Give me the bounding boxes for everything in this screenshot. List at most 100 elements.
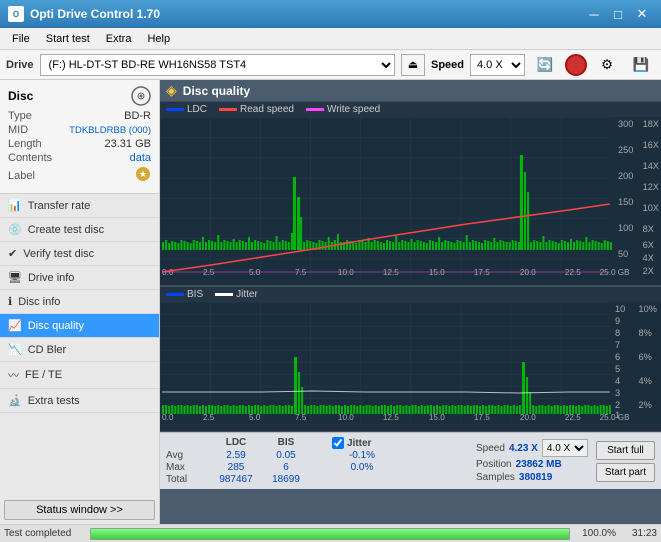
speed-info-select[interactable]: 4.0 X xyxy=(542,439,588,457)
refresh-button[interactable]: 🔄 xyxy=(531,53,559,77)
svg-text:7: 7 xyxy=(615,340,620,350)
nav-extra-tests-label: Extra tests xyxy=(28,395,80,407)
progress-bar-container: Test completed 100.0% 31:23 xyxy=(0,524,661,542)
menu-file[interactable]: File xyxy=(4,31,38,47)
svg-text:4%: 4% xyxy=(639,376,652,386)
jitter-checkbox[interactable] xyxy=(332,437,344,449)
svg-text:8%: 8% xyxy=(639,328,652,338)
svg-text:2%: 2% xyxy=(639,400,652,410)
svg-text:250: 250 xyxy=(618,145,633,155)
maximize-button[interactable]: □ xyxy=(607,5,629,23)
svg-text:15.0: 15.0 xyxy=(429,268,445,277)
svg-text:16X: 16X xyxy=(643,140,659,150)
nav-extra-tests[interactable]: 🔬 Extra tests xyxy=(0,389,159,413)
transfer-rate-icon: 📊 xyxy=(8,199,22,212)
max-label: Max xyxy=(166,462,210,473)
svg-text:150: 150 xyxy=(618,197,633,207)
svg-text:4X: 4X xyxy=(643,253,654,263)
total-label: Total xyxy=(166,474,210,485)
start-full-button[interactable]: Start full xyxy=(596,441,655,460)
progress-percent: 100.0% xyxy=(576,528,616,539)
type-label: Type xyxy=(8,110,32,122)
bis-legend: BIS xyxy=(166,289,203,300)
svg-text:12.5: 12.5 xyxy=(383,413,399,422)
max-bis: 6 xyxy=(262,462,310,473)
label-label: Label xyxy=(8,170,35,182)
record-button[interactable] xyxy=(565,54,587,76)
svg-text:14X: 14X xyxy=(643,161,659,171)
progress-bar-fill xyxy=(91,529,569,539)
svg-text:★: ★ xyxy=(139,169,147,179)
progress-time: 31:23 xyxy=(622,528,657,539)
minimize-button[interactable]: ─ xyxy=(583,5,605,23)
disc-quality-header: ◈ Disc quality xyxy=(160,80,661,102)
svg-text:6%: 6% xyxy=(639,352,652,362)
svg-text:7.5: 7.5 xyxy=(295,413,307,422)
menu-start-test[interactable]: Start test xyxy=(38,31,98,47)
drive-label: Drive xyxy=(6,59,34,71)
app-title: Opti Drive Control 1.70 xyxy=(30,7,160,21)
svg-text:22.5: 22.5 xyxy=(565,268,581,277)
svg-text:10.0: 10.0 xyxy=(338,413,354,422)
nav-verify-test-disc[interactable]: ✔ Verify test disc xyxy=(0,242,159,266)
nav-disc-info[interactable]: ℹ Disc info xyxy=(0,290,159,314)
speed-position-area: Speed 4.23 X 4.0 X Position 23862 MB Sam… xyxy=(476,439,588,483)
avg-label: Avg xyxy=(166,450,210,461)
svg-text:25.0 GB: 25.0 GB xyxy=(600,413,630,422)
svg-text:18X: 18X xyxy=(643,119,659,129)
settings-button[interactable]: ⚙ xyxy=(593,53,621,77)
menu-extra[interactable]: Extra xyxy=(98,31,140,47)
svg-text:6: 6 xyxy=(615,352,620,362)
menu-help[interactable]: Help xyxy=(139,31,178,47)
svg-text:17.5: 17.5 xyxy=(474,268,490,277)
nav-transfer-rate-label: Transfer rate xyxy=(28,200,91,212)
nav-drive-info[interactable]: 🖥 Drive info xyxy=(0,266,159,290)
app-icon: O xyxy=(8,6,24,22)
nav-disc-quality[interactable]: 📈 Disc quality xyxy=(0,314,159,338)
svg-text:5: 5 xyxy=(615,364,620,374)
status-window-button[interactable]: Status window >> xyxy=(4,500,155,520)
samples-value: 380819 xyxy=(519,472,552,483)
mid-label: MID xyxy=(8,124,28,136)
title-bar: O Opti Drive Control 1.70 ─ □ ✕ xyxy=(0,0,661,28)
avg-jitter: -0.1% xyxy=(332,450,392,461)
nav-transfer-rate[interactable]: 📊 Transfer rate xyxy=(0,194,159,218)
svg-text:10X: 10X xyxy=(643,203,659,213)
disc-quality-title: Disc quality xyxy=(183,84,250,98)
svg-text:9: 9 xyxy=(615,316,620,326)
right-panel: ◈ Disc quality LDC Read speed xyxy=(160,80,661,524)
samples-label: Samples xyxy=(476,472,515,483)
drive-select[interactable]: (F:) HL-DT-ST BD-RE WH16NS58 TST4 xyxy=(40,54,395,76)
progress-status: Test completed xyxy=(4,528,84,539)
speed-info-label: Speed xyxy=(476,443,505,454)
svg-text:10.0: 10.0 xyxy=(338,268,354,277)
disc-info-icon: ℹ xyxy=(8,295,12,308)
eject-button[interactable]: ⏏ xyxy=(401,54,425,76)
disc-panel: Disc Type BD-R MID TDKBLDRBB (000) Leng xyxy=(0,80,159,194)
svg-text:15.0: 15.0 xyxy=(429,413,445,422)
length-value: 23.31 GB xyxy=(105,138,151,150)
nav-create-test-disc-label: Create test disc xyxy=(28,224,104,236)
svg-text:17.5: 17.5 xyxy=(474,413,490,422)
read-speed-legend: Read speed xyxy=(219,104,294,115)
position-value: 23862 MB xyxy=(516,459,562,470)
nav-disc-info-label: Disc info xyxy=(18,296,60,308)
extra-tests-icon: 🔬 xyxy=(8,394,22,407)
svg-text:10%: 10% xyxy=(639,304,657,314)
start-part-button[interactable]: Start part xyxy=(596,463,655,482)
jitter-legend: Jitter xyxy=(215,289,258,300)
nav-cd-bler[interactable]: 📉 CD Bler xyxy=(0,338,159,362)
nav-fe-te[interactable]: 〰 FE / TE xyxy=(0,362,159,389)
col-header-ldc: LDC xyxy=(211,437,261,449)
contents-label: Contents xyxy=(8,152,52,164)
nav-create-test-disc[interactable]: 💿 Create test disc xyxy=(0,218,159,242)
save-button[interactable]: 💾 xyxy=(627,53,655,77)
svg-text:2: 2 xyxy=(615,400,620,410)
svg-text:5.0: 5.0 xyxy=(249,268,261,277)
svg-text:50: 50 xyxy=(618,249,628,259)
col-header-space xyxy=(311,437,331,449)
speed-select[interactable]: 4.0 X xyxy=(470,54,525,76)
speed-label: Speed xyxy=(431,59,464,71)
close-button[interactable]: ✕ xyxy=(631,5,653,23)
svg-text:20.0: 20.0 xyxy=(520,268,536,277)
